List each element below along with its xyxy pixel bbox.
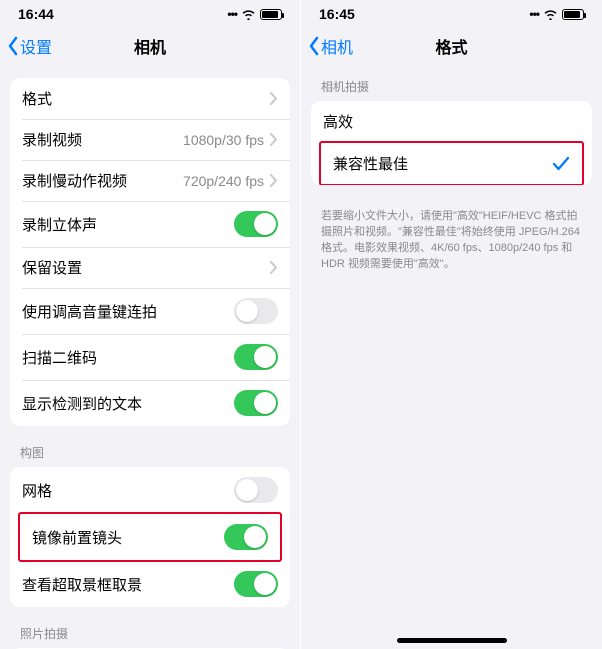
switch-mirror-front[interactable] [224, 524, 268, 550]
status-time: 16:44 [18, 6, 54, 22]
switch-detect-text[interactable] [234, 390, 278, 416]
row-detail: 1080p/30 fps [183, 132, 264, 148]
switch-scan-qr[interactable] [234, 344, 278, 370]
row-volume-burst[interactable]: 使用调高音量键连拍 [10, 288, 290, 334]
status-bar: 16:45 ••• [301, 0, 602, 28]
row-label: 保留设置 [22, 257, 82, 278]
row-label: 扫描二维码 [22, 347, 97, 368]
wifi-icon [241, 9, 256, 20]
status-time: 16:45 [319, 6, 355, 22]
switch-view-outside[interactable] [234, 571, 278, 597]
back-label: 相机 [321, 34, 353, 58]
chevron-left-icon [307, 36, 321, 56]
back-label: 设置 [20, 34, 52, 58]
row-grid[interactable]: 网格 [10, 467, 290, 513]
chevron-left-icon [6, 36, 20, 56]
row-preserve[interactable]: 保留设置 [10, 247, 290, 288]
row-label: 网格 [22, 480, 52, 501]
row-label: 使用调高音量键连拍 [22, 301, 157, 322]
battery-icon [562, 9, 584, 20]
battery-icon [260, 9, 282, 20]
camera-settings-screen: 16:44 ••• 设置 相机 格式 录制视频 1080p/30 fps 录制慢… [0, 0, 301, 649]
group-composition: 网格 镜像前置镜头 查看超取景框取景 [10, 467, 290, 607]
wifi-icon [543, 9, 558, 20]
row-label: 查看超取景框取景 [22, 574, 142, 595]
row-label: 镜像前置镜头 [32, 527, 122, 548]
row-formats[interactable]: 格式 [10, 78, 290, 119]
row-label: 显示检测到的文本 [22, 393, 142, 414]
highlight-most-compatible: 兼容性最佳 [319, 141, 584, 185]
chevron-right-icon [270, 92, 278, 105]
row-label: 录制立体声 [22, 214, 97, 235]
row-detect-text[interactable]: 显示检测到的文本 [10, 380, 290, 426]
row-record-video[interactable]: 录制视频 1080p/30 fps [10, 119, 290, 160]
nav-bar: 相机 格式 [301, 28, 602, 64]
row-detail: 720p/240 fps [183, 173, 264, 189]
group-main: 格式 录制视频 1080p/30 fps 录制慢动作视频 720p/240 fp… [10, 78, 290, 426]
chevron-right-icon [270, 174, 278, 187]
switch-stereo[interactable] [234, 211, 278, 237]
row-scan-qr[interactable]: 扫描二维码 [10, 334, 290, 380]
footer-capture-format: 若要缩小文件大小，请使用"高效"HEIF/HEVC 格式拍摄照片和视频。"兼容性… [301, 203, 602, 273]
row-high-efficiency[interactable]: 高效 [311, 101, 592, 142]
status-right: ••• [529, 7, 584, 21]
cellular-icon: ••• [227, 7, 237, 21]
row-stereo[interactable]: 录制立体声 [10, 201, 290, 247]
chevron-right-icon [270, 133, 278, 146]
switch-grid[interactable] [234, 477, 278, 503]
row-view-outside[interactable]: 查看超取景框取景 [10, 561, 290, 607]
home-indicator[interactable] [397, 638, 507, 643]
checkmark-icon [552, 156, 570, 172]
back-button[interactable]: 设置 [0, 34, 52, 58]
row-record-slomo[interactable]: 录制慢动作视频 720p/240 fps [10, 160, 290, 201]
content: 相机拍摄 高效 兼容性最佳 若要缩小文件大小，请使用"高效"HEIF/HEVC … [301, 64, 602, 649]
row-label: 录制视频 [22, 129, 82, 150]
row-label: 兼容性最佳 [333, 153, 408, 174]
highlight-mirror-front: 镜像前置镜头 [18, 512, 282, 562]
group-header-capture: 相机拍摄 [301, 78, 602, 101]
formats-screen: 16:45 ••• 相机 格式 相机拍摄 高效 兼容性最佳 若要缩小文件大 [301, 0, 602, 649]
status-bar: 16:44 ••• [0, 0, 300, 28]
switch-volume-burst[interactable] [234, 298, 278, 324]
back-button[interactable]: 相机 [301, 34, 353, 58]
row-label: 高效 [323, 111, 353, 132]
content: 格式 录制视频 1080p/30 fps 录制慢动作视频 720p/240 fp… [0, 64, 300, 649]
row-label: 录制慢动作视频 [22, 170, 127, 191]
row-label: 格式 [22, 88, 52, 109]
row-mirror-front[interactable]: 镜像前置镜头 [20, 514, 280, 560]
group-capture-format: 高效 兼容性最佳 [311, 101, 592, 185]
group-header-photo: 照片拍摄 [0, 625, 300, 648]
row-most-compatible[interactable]: 兼容性最佳 [321, 143, 582, 184]
nav-bar: 设置 相机 [0, 28, 300, 64]
group-header-composition: 构图 [0, 444, 300, 467]
chevron-right-icon [270, 261, 278, 274]
status-right: ••• [227, 7, 282, 21]
cellular-icon: ••• [529, 7, 539, 21]
